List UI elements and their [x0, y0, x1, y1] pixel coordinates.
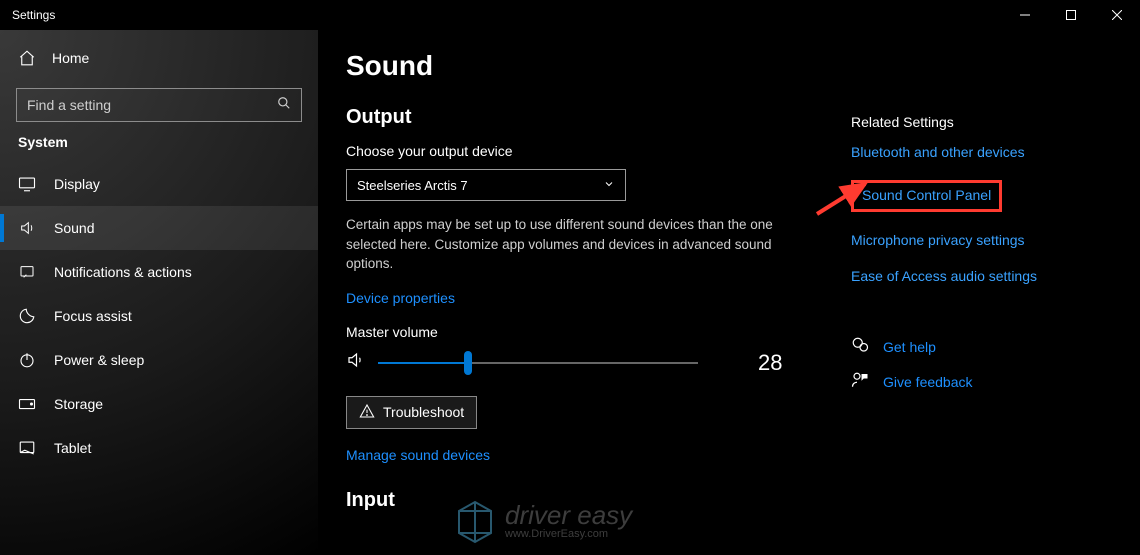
tablet-icon — [18, 439, 36, 457]
sidebar-group-label: System — [0, 134, 318, 162]
sidebar-item-sound[interactable]: Sound — [0, 206, 318, 250]
annotation-highlight: Sound Control Panel — [851, 180, 1002, 212]
sound-icon — [18, 219, 36, 237]
home-icon — [18, 49, 36, 67]
chevron-down-icon — [603, 178, 615, 193]
master-volume-label: Master volume — [346, 324, 851, 340]
notifications-icon — [18, 263, 36, 281]
power-icon — [18, 351, 36, 369]
sidebar-item-focus-assist[interactable]: Focus assist — [0, 294, 318, 338]
output-device-select[interactable]: Steelseries Arctis 7 — [346, 169, 626, 201]
maximize-button[interactable] — [1048, 0, 1094, 30]
help-icon — [851, 336, 869, 357]
output-heading: Output — [346, 106, 851, 129]
speaker-icon[interactable] — [346, 351, 364, 374]
sidebar-item-label: Display — [54, 176, 100, 192]
sidebar-item-label: Storage — [54, 396, 103, 412]
warning-icon — [359, 403, 375, 422]
sidebar-item-display[interactable]: Display — [0, 162, 318, 206]
microphone-privacy-link[interactable]: Microphone privacy settings — [851, 232, 1025, 248]
volume-value: 28 — [758, 350, 782, 376]
output-description: Certain apps may be set up to use differ… — [346, 215, 786, 274]
get-help-link[interactable]: Get help — [883, 339, 936, 355]
sidebar-item-storage[interactable]: Storage — [0, 382, 318, 426]
manage-sound-devices-link[interactable]: Manage sound devices — [346, 447, 851, 463]
display-icon — [18, 175, 36, 193]
sidebar-item-power-sleep[interactable]: Power & sleep — [0, 338, 318, 382]
output-device-value: Steelseries Arctis 7 — [357, 178, 468, 193]
related-settings-heading: Related Settings — [851, 114, 1140, 130]
search-input[interactable] — [27, 97, 277, 113]
sidebar-item-label: Sound — [54, 220, 94, 236]
feedback-icon — [851, 371, 869, 392]
storage-icon — [18, 395, 36, 413]
titlebar: Settings — [0, 0, 1140, 30]
bluetooth-link[interactable]: Bluetooth and other devices — [851, 144, 1025, 160]
sidebar-item-label: Focus assist — [54, 308, 132, 324]
give-feedback-link[interactable]: Give feedback — [883, 374, 973, 390]
focus-assist-icon — [18, 307, 36, 325]
choose-output-label: Choose your output device — [346, 143, 851, 159]
troubleshoot-button[interactable]: Troubleshoot — [346, 396, 477, 429]
search-box[interactable] — [16, 88, 302, 122]
search-icon — [277, 96, 291, 115]
minimize-button[interactable] — [1002, 0, 1048, 30]
sidebar-item-notifications[interactable]: Notifications & actions — [0, 250, 318, 294]
sidebar-item-label: Tablet — [54, 440, 91, 456]
device-properties-link[interactable]: Device properties — [346, 290, 851, 306]
window-title: Settings — [12, 8, 55, 22]
troubleshoot-label: Troubleshoot — [383, 404, 464, 420]
window-controls — [1002, 0, 1140, 30]
page-title: Sound — [346, 50, 851, 82]
sidebar-home-label: Home — [52, 50, 89, 66]
sidebar-item-label: Power & sleep — [54, 352, 144, 368]
sound-control-panel-link[interactable]: Sound Control Panel — [862, 187, 991, 203]
close-button[interactable] — [1094, 0, 1140, 30]
sidebar-item-label: Notifications & actions — [54, 264, 192, 280]
sidebar-home[interactable]: Home — [0, 38, 318, 78]
sidebar-item-tablet[interactable]: Tablet — [0, 426, 318, 470]
ease-of-access-audio-link[interactable]: Ease of Access audio settings — [851, 268, 1037, 284]
volume-slider[interactable] — [378, 351, 698, 375]
sidebar: Home System Display Sound — [0, 30, 318, 555]
input-heading: Input — [346, 489, 851, 512]
